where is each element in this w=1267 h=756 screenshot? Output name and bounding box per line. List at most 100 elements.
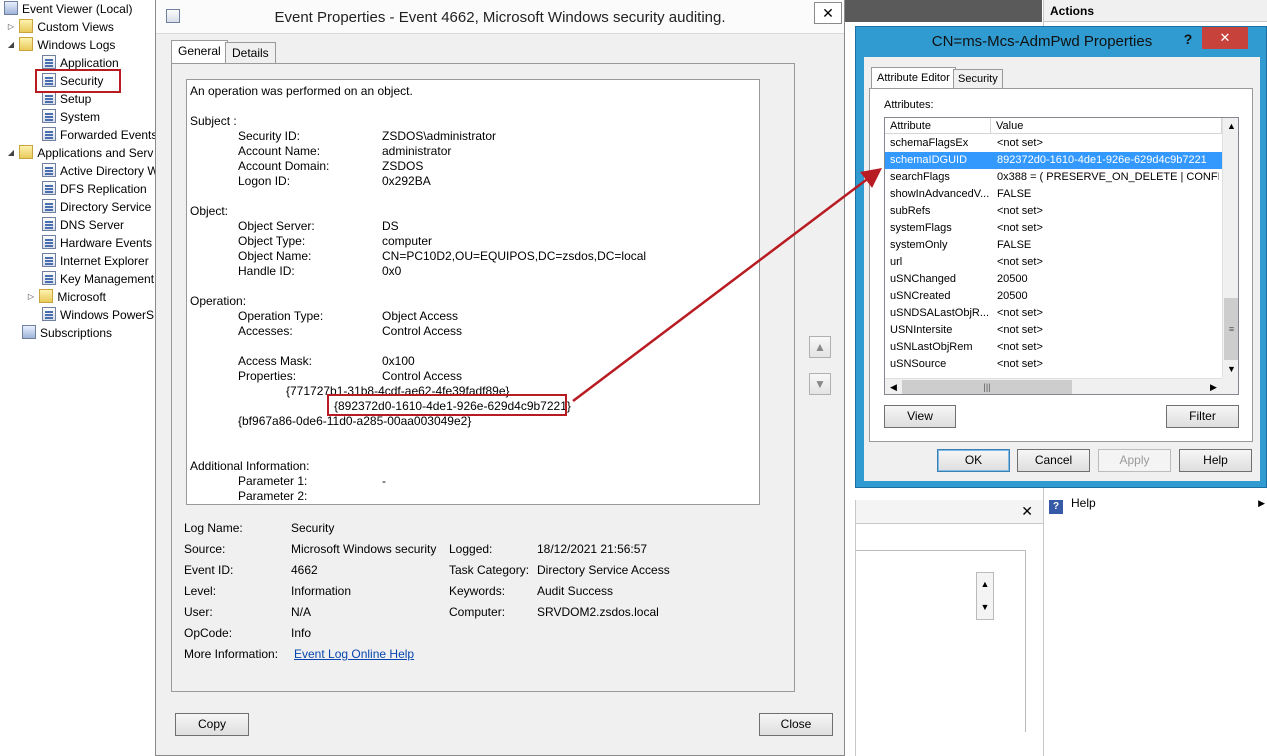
actions-help-item[interactable]: ? Help ▶ — [1049, 494, 1267, 514]
event-properties-dialog: Event Properties - Event 4662, Microsoft… — [155, 0, 845, 756]
scroll-left-icon[interactable]: ◀ — [885, 379, 902, 394]
attribute-row[interactable]: showInAdvancedV... FALSE — [885, 186, 1222, 203]
guid-highlight-box — [327, 394, 567, 416]
attribute-row[interactable]: uSNDSALastObjR... <not set> — [885, 305, 1222, 322]
scroll-down-icon[interactable]: ▼ — [1223, 361, 1238, 378]
attribute-row[interactable]: USNIntersite <not set> — [885, 322, 1222, 339]
desc-properties: Control Access — [382, 369, 463, 383]
attribute-row[interactable]: uSNSource <not set> — [885, 356, 1222, 373]
copy-button[interactable]: Copy — [175, 713, 249, 736]
log-icon — [42, 217, 56, 231]
desc-object-header: Object: — [190, 204, 229, 218]
scroll-up-icon[interactable]: ▲ — [1223, 118, 1238, 135]
event-dialog-titlebar[interactable]: Event Properties - Event 4662, Microsoft… — [156, 0, 844, 34]
ok-button[interactable]: OK — [937, 449, 1010, 472]
tree-dfs-replication[interactable]: DFS Replication — [42, 180, 147, 198]
field-label: Log Name: — [184, 521, 243, 535]
help-icon[interactable]: ? — [1176, 29, 1200, 49]
attribute-editor-body: Attributes: Attribute Value schemaFlagsE… — [869, 88, 1253, 442]
tree-microsoft[interactable]: ▷ Microsoft — [26, 288, 106, 306]
actions-help-label: Help — [1071, 496, 1096, 510]
scroll-down-icon[interactable]: ▼ — [977, 596, 993, 619]
view-button[interactable]: View — [884, 405, 956, 428]
attribute-row[interactable]: uSNChanged 20500 — [885, 271, 1222, 288]
desc-account-name: administrator — [382, 144, 452, 158]
tab-security[interactable]: Security — [953, 69, 1003, 89]
attribute-row[interactable]: systemOnly FALSE — [885, 237, 1222, 254]
close-button[interactable]: Close — [759, 713, 833, 736]
field-label: Keywords: — [449, 584, 506, 598]
attribute-name: systemOnly — [890, 239, 948, 251]
tree-key-management[interactable]: Key Management — [42, 270, 154, 288]
attribute-name: schemaIDGUID — [890, 154, 968, 166]
tree-apps-services[interactable]: ◢ Applications and Serv — [6, 144, 153, 162]
column-header-value[interactable]: Value — [991, 118, 1222, 134]
scroll-right-icon[interactable]: ▶ — [1205, 379, 1222, 394]
tab-attribute-editor[interactable]: Attribute Editor — [871, 67, 956, 89]
attribute-row[interactable]: schemaFlagsEx <not set> — [885, 135, 1222, 152]
arrow-up-icon: ▲ — [814, 340, 826, 354]
desc-label: Parameter 2: — [238, 489, 308, 503]
event-description[interactable]: An operation was performed on an object.… — [186, 79, 760, 505]
attribute-name: subRefs — [890, 205, 931, 217]
close-icon[interactable]: ✕ — [1021, 503, 1033, 520]
close-icon[interactable]: ✕ — [1202, 27, 1248, 49]
tab-details[interactable]: Details — [225, 42, 276, 64]
scroll-up-icon[interactable]: ▲ — [977, 573, 993, 596]
scroll-thumb[interactable]: ≡ — [1224, 298, 1238, 360]
desc-label: Accesses: — [238, 324, 293, 338]
tree-subscriptions[interactable]: Subscriptions — [22, 324, 112, 342]
field-label: OpCode: — [184, 626, 233, 640]
chevron-right-icon[interactable]: ▶ — [1258, 494, 1265, 512]
attribute-value: <not set> — [997, 137, 1043, 149]
attribute-row[interactable]: uSNCreated 20500 — [885, 288, 1222, 305]
attribute-row[interactable]: uSNLastObjRem <not set> — [885, 339, 1222, 356]
desc-label: Operation Type: — [238, 309, 324, 323]
attribute-value: <not set> — [997, 205, 1043, 217]
next-event-button[interactable]: ▼ — [809, 373, 831, 395]
tree-directory-service[interactable]: Directory Service — [42, 198, 151, 216]
previous-event-button[interactable]: ▲ — [809, 336, 831, 358]
tree-dns-server[interactable]: DNS Server — [42, 216, 124, 234]
tree-forwarded-events[interactable]: Forwarded Events — [42, 126, 155, 144]
apply-button[interactable]: Apply — [1098, 449, 1171, 472]
detail-pane-scrollbar[interactable]: ▲ ▼ — [976, 572, 994, 620]
tab-general[interactable]: General — [171, 40, 228, 64]
attribute-value: <not set> — [997, 256, 1043, 268]
horizontal-scrollbar[interactable]: ◀ ||| ▶ — [885, 378, 1222, 394]
tree-root[interactable]: Event Viewer (Local) — [4, 0, 133, 18]
desc-label: Access Mask: — [238, 354, 313, 368]
log-icon — [42, 271, 56, 285]
attribute-row[interactable]: systemFlags <not set> — [885, 220, 1222, 237]
tree-windows-powershell[interactable]: Windows PowerS — [42, 306, 154, 324]
tree-custom-views[interactable]: ▷ Custom Views — [6, 18, 114, 36]
expand-icon[interactable]: ▷ — [26, 288, 36, 306]
close-icon[interactable]: ✕ — [814, 2, 842, 24]
scrollbar-corner — [1222, 378, 1238, 394]
collapse-icon[interactable]: ◢ — [6, 144, 16, 162]
attribute-row[interactable]: schemaIDGUID 892372d0-1610-4de1-926e-629d… — [885, 152, 1222, 169]
help-button[interactable]: Help — [1179, 449, 1252, 472]
attribute-value: 20500 — [997, 290, 1028, 302]
tree-internet-explorer[interactable]: Internet Explorer — [42, 252, 149, 270]
expand-icon[interactable]: ▷ — [6, 18, 16, 36]
cancel-button[interactable]: Cancel — [1017, 449, 1090, 472]
attribute-row[interactable]: searchFlags 0x388 = ( PRESERVE_ON_DELETE … — [885, 169, 1222, 186]
vertical-scrollbar[interactable]: ▲ ≡ ▼ — [1222, 118, 1238, 378]
tree-windows-logs[interactable]: ◢ Windows Logs — [6, 36, 115, 54]
tree-hardware-events[interactable]: Hardware Events — [42, 234, 152, 252]
attribute-row[interactable]: url <not set> — [885, 254, 1222, 271]
desc-object-type: computer — [382, 234, 433, 248]
collapse-icon[interactable]: ◢ — [6, 36, 16, 54]
column-header-attribute[interactable]: Attribute — [885, 118, 991, 134]
attribute-name: uSNDSALastObjR... — [890, 307, 990, 319]
log-icon — [42, 235, 56, 249]
attribute-row[interactable]: subRefs <not set> — [885, 203, 1222, 220]
filter-button[interactable]: Filter — [1166, 405, 1239, 428]
scroll-thumb[interactable]: ||| — [902, 380, 1072, 394]
event-log-online-help-link[interactable]: Event Log Online Help — [294, 647, 414, 661]
tree-active-directory[interactable]: Active Directory W — [42, 162, 155, 180]
tree-system[interactable]: System — [42, 108, 100, 126]
field-keywords: Audit Success — [537, 584, 614, 598]
attributes-list[interactable]: Attribute Value schemaFlagsEx <not set> sc… — [884, 117, 1239, 395]
